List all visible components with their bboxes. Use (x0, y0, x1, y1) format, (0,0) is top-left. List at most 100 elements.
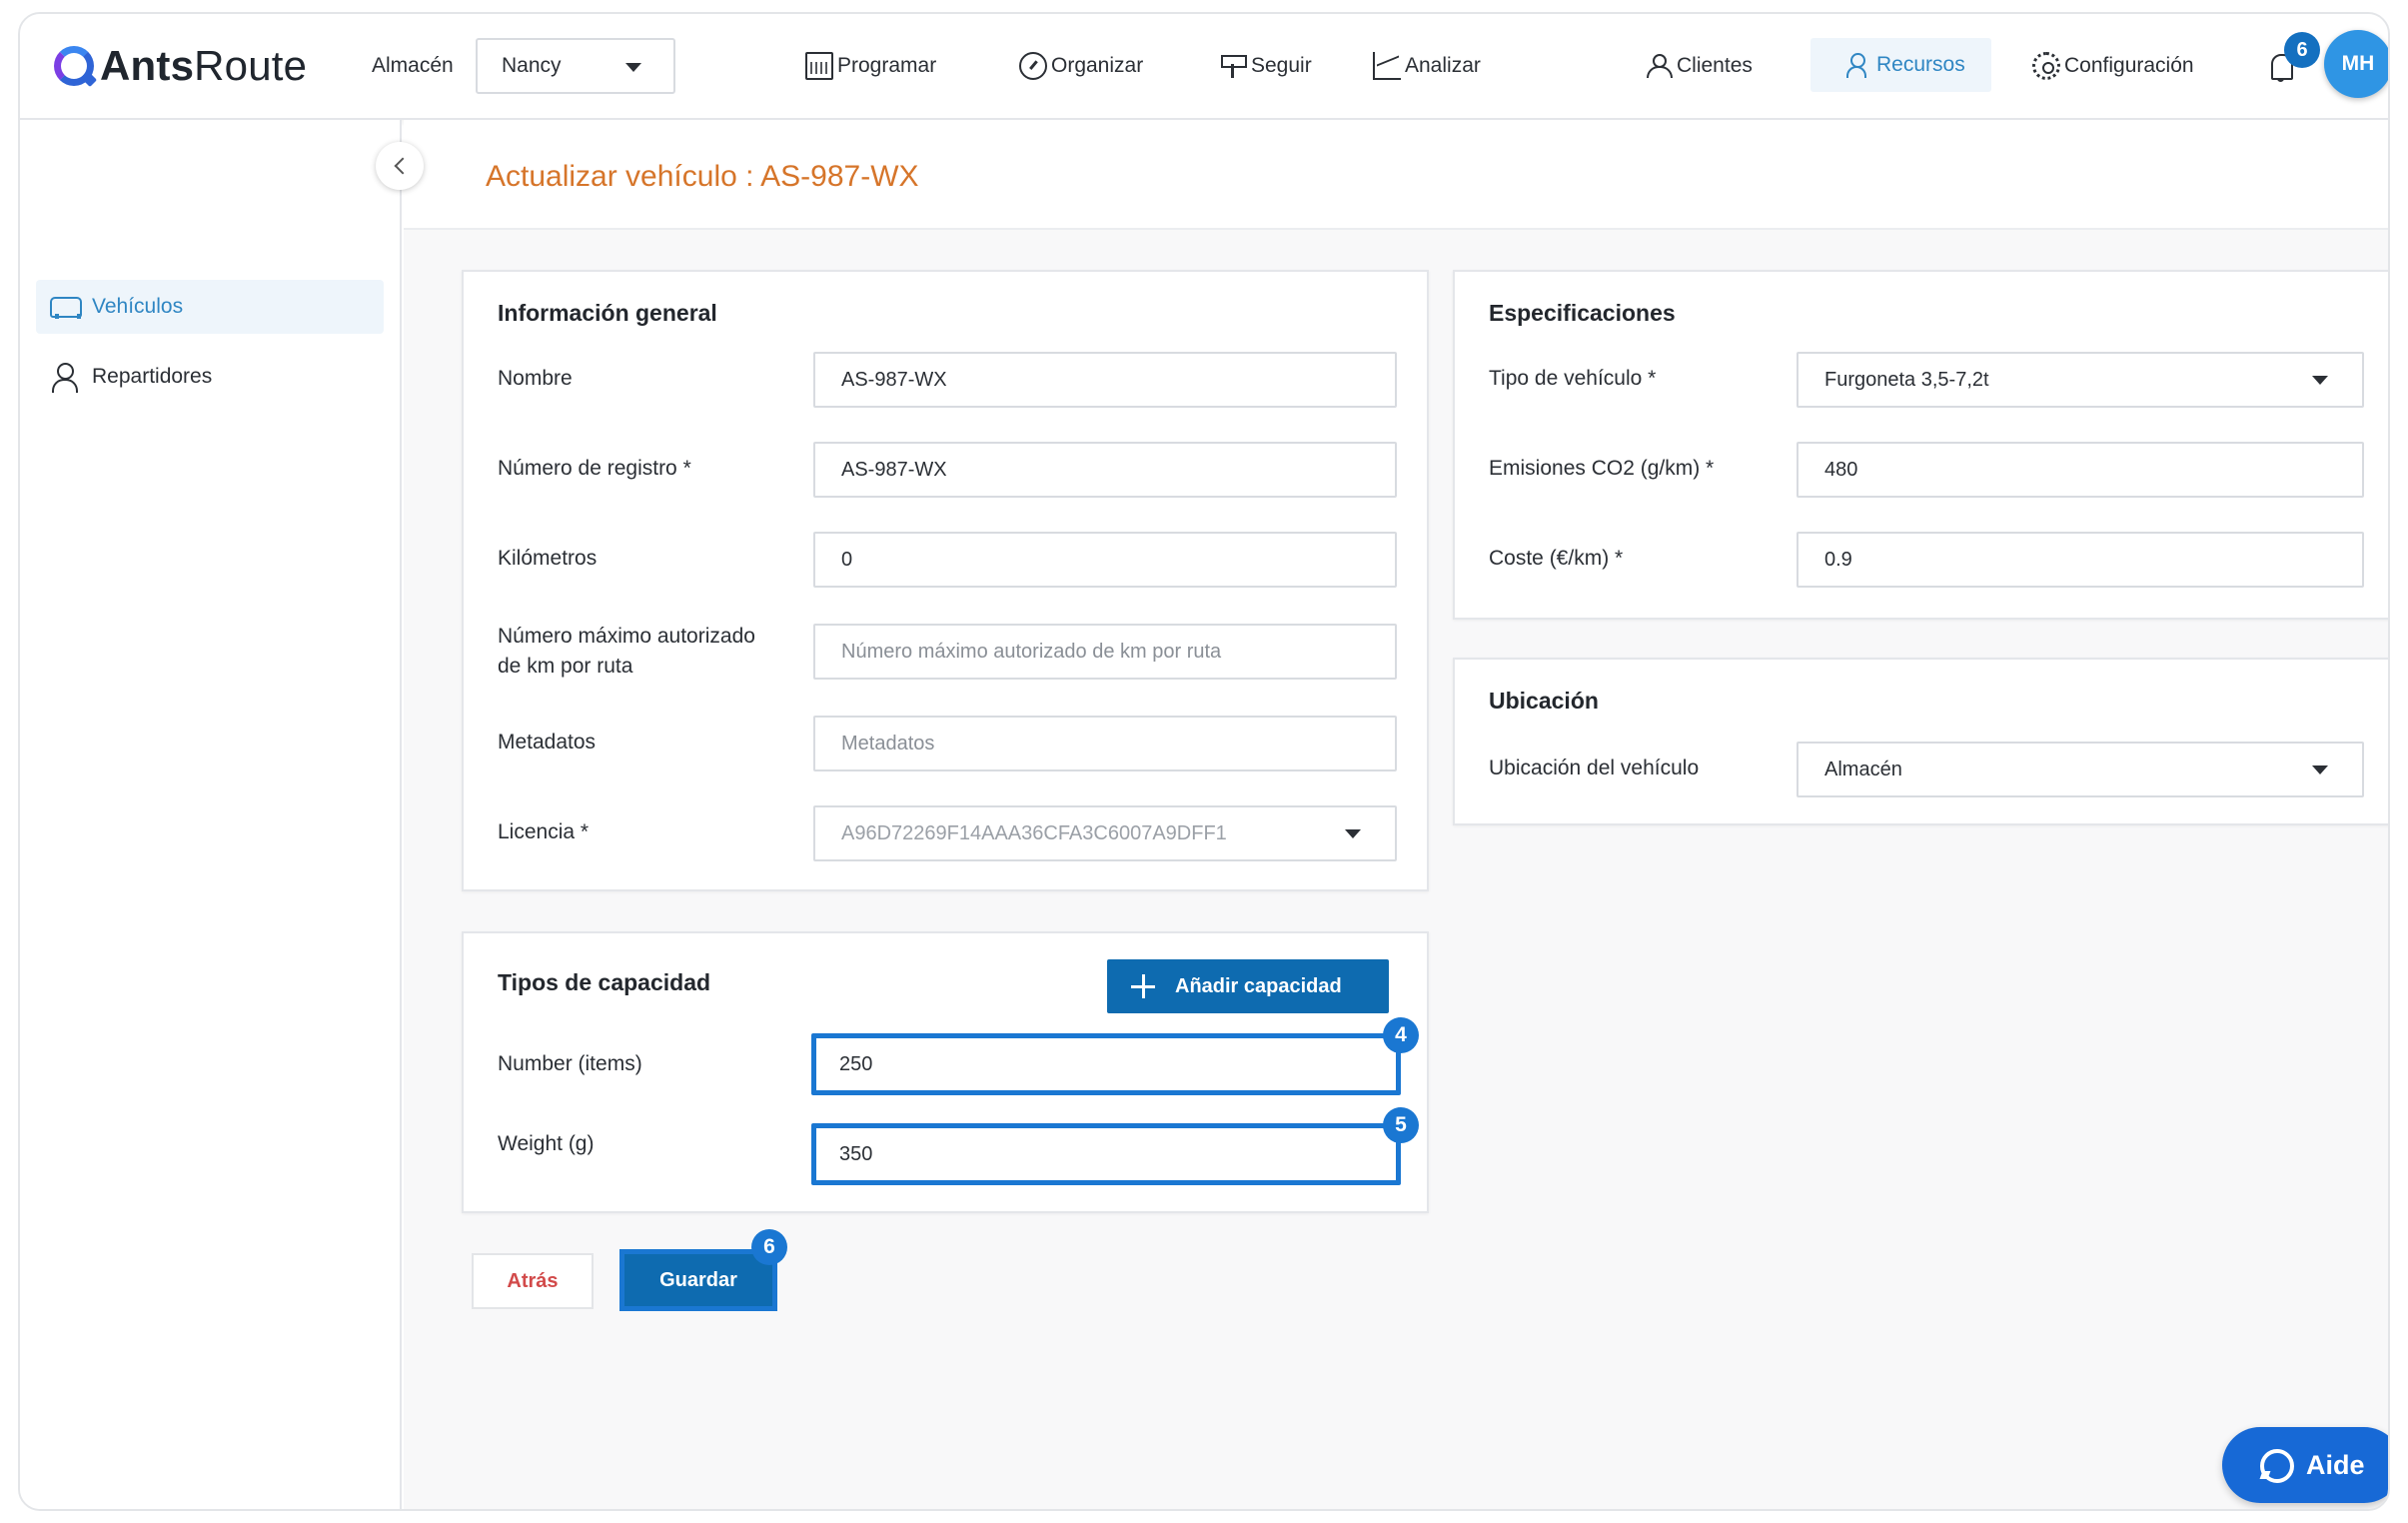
vehicle-location-value: Almacén (1824, 758, 1902, 780)
metadata-label: Metadatos (498, 731, 597, 754)
nav-label: Configuración (2064, 54, 2194, 77)
kilometers-value: 0 (841, 548, 853, 571)
chevron-left-icon (394, 157, 411, 175)
name-value: AS-987-WX (841, 368, 947, 391)
nav-label: Seguir (1251, 54, 1312, 77)
save-button[interactable]: Guardar (619, 1249, 777, 1311)
nav-seguir[interactable]: Seguir (1219, 44, 1312, 88)
license-value: A96D72269F14AAA36CFA3C6007A9DFF1 (841, 821, 1227, 844)
cost-value: 0.9 (1824, 548, 1852, 571)
cost-field[interactable]: 0.9 (1797, 532, 2364, 588)
chevron-down-icon (2312, 376, 2328, 385)
sidebar-item-vehiculos[interactable]: Vehículos (36, 280, 384, 334)
cost-label: Coste (€/km) * (1489, 547, 1624, 570)
gear-icon (2032, 52, 2060, 80)
nav-label: Clientes (1677, 54, 1753, 77)
vehicle-type-select[interactable]: Furgoneta 3,5-7,2t (1797, 352, 2364, 408)
back-button[interactable]: Atrás (472, 1253, 594, 1309)
logo-text-light: Route (194, 42, 308, 89)
vehicle-location-label: Ubicación del vehículo (1489, 757, 1700, 779)
chart-icon (1373, 52, 1401, 80)
user-avatar[interactable]: MH (2324, 30, 2388, 98)
capacity-weight-field[interactable]: 350 (811, 1123, 1401, 1185)
signpost-icon (1219, 52, 1247, 80)
antsroute-logo[interactable]: AntsRoute (54, 36, 307, 96)
nav-label: Analizar (1405, 54, 1481, 77)
sidebar: Vehículos Repartidores (20, 120, 402, 1509)
step-badge: 6 (751, 1229, 787, 1265)
kilometers-label: Kilómetros (498, 547, 598, 570)
add-capacity-label: Añadir capacidad (1175, 974, 1342, 997)
metadata-placeholder: Metadatos (841, 732, 935, 755)
main-content: Actualizar vehículo : AS-987-WX Informac… (404, 120, 2388, 1509)
nav-label: Organizar (1051, 54, 1144, 77)
chevron-down-icon (625, 63, 641, 72)
warehouse-value: Nancy (502, 54, 562, 77)
max-km-label-line1: Número máximo autorizado (498, 625, 755, 648)
max-km-field[interactable]: Número máximo autorizado de km por ruta (813, 624, 1397, 680)
registration-field[interactable]: AS-987-WX (813, 442, 1397, 498)
location-card: Ubicación Ubicación del vehículo Almacén (1453, 658, 2388, 825)
chevron-down-icon (2312, 765, 2328, 774)
app-window: AntsRoute Almacén Nancy Programar Organi… (18, 12, 2390, 1511)
general-info-card: Información general Nombre AS-987-WX Núm… (462, 270, 1429, 891)
nav-programar[interactable]: Programar (805, 44, 936, 88)
sidebar-item-label: Repartidores (92, 365, 213, 388)
name-label: Nombre (498, 367, 573, 390)
co2-value: 480 (1824, 458, 1858, 481)
top-navigation-bar: AntsRoute Almacén Nancy Programar Organi… (20, 14, 2388, 120)
logo-icon (54, 46, 94, 86)
capacity-weight-value: 350 (839, 1142, 873, 1165)
license-select[interactable]: A96D72269F14AAA36CFA3C6007A9DFF1 (813, 805, 1397, 861)
users-icon (1645, 52, 1673, 80)
chat-icon (2260, 1449, 2294, 1483)
help-label: Aide (2306, 1449, 2365, 1480)
sidebar-item-label: Vehículos (92, 295, 184, 318)
gauge-icon (1019, 52, 1047, 80)
co2-label: Emisiones CO2 (g/km) * (1489, 457, 1715, 480)
name-field[interactable]: AS-987-WX (813, 352, 1397, 408)
vehicle-type-label: Tipo de vehículo * (1489, 367, 1657, 390)
warehouse-select[interactable]: Nancy (476, 38, 675, 94)
license-label: Licencia * (498, 820, 590, 843)
card-title: Ubicación (1489, 688, 1599, 714)
card-title: Especificaciones (1489, 300, 1676, 326)
nav-clientes[interactable]: Clientes (1645, 44, 1753, 88)
capacity-label-weight: Weight (g) (498, 1132, 595, 1155)
help-chat-button[interactable]: Aide (2222, 1427, 2388, 1503)
add-capacity-button[interactable]: Añadir capacidad (1107, 959, 1389, 1013)
max-km-label-line2: de km por ruta (498, 655, 633, 678)
metadata-field[interactable]: Metadatos (813, 716, 1397, 771)
warehouse-label: Almacén (372, 54, 454, 77)
calendar-icon (805, 52, 833, 80)
capacity-number-value: 250 (839, 1052, 873, 1075)
nav-analizar[interactable]: Analizar (1373, 44, 1481, 88)
step-badge: 5 (1383, 1107, 1419, 1143)
card-title: Información general (498, 300, 717, 326)
nav-configuracion[interactable]: Configuración (2032, 44, 2194, 88)
nav-recursos[interactable]: Recursos (1810, 38, 1991, 92)
specifications-card: Especificaciones Tipo de vehículo * Furg… (1453, 270, 2388, 620)
max-km-label: Número máximo autorizado de km por ruta (498, 622, 755, 682)
kilometers-field[interactable]: 0 (813, 532, 1397, 588)
vehicle-type-value: Furgoneta 3,5-7,2t (1824, 368, 1989, 391)
co2-field[interactable]: 480 (1797, 442, 2364, 498)
user-icon (48, 362, 80, 393)
logo-text-bold: Ants (100, 42, 195, 89)
collapse-sidebar-button[interactable] (376, 142, 424, 190)
page-title: Actualizar vehículo : AS-987-WX (486, 160, 919, 193)
capacity-label-number: Number (items) (498, 1052, 642, 1075)
page-header: Actualizar vehículo : AS-987-WX (404, 120, 2388, 230)
vehicle-location-select[interactable]: Almacén (1797, 742, 2364, 797)
notification-count-badge: 6 (2284, 32, 2320, 68)
registration-value: AS-987-WX (841, 458, 947, 481)
nav-organizar[interactable]: Organizar (1019, 44, 1143, 88)
sidebar-item-repartidores[interactable]: Repartidores (36, 350, 384, 404)
chevron-down-icon (1345, 829, 1361, 838)
step-badge: 4 (1383, 1017, 1419, 1053)
capacity-types-card: Tipos de capacidad Añadir capacidad Numb… (462, 931, 1429, 1213)
capacity-number-field[interactable]: 250 (811, 1033, 1401, 1095)
van-icon (48, 292, 82, 322)
plus-icon (1131, 974, 1155, 998)
user-gear-icon (1844, 51, 1872, 79)
